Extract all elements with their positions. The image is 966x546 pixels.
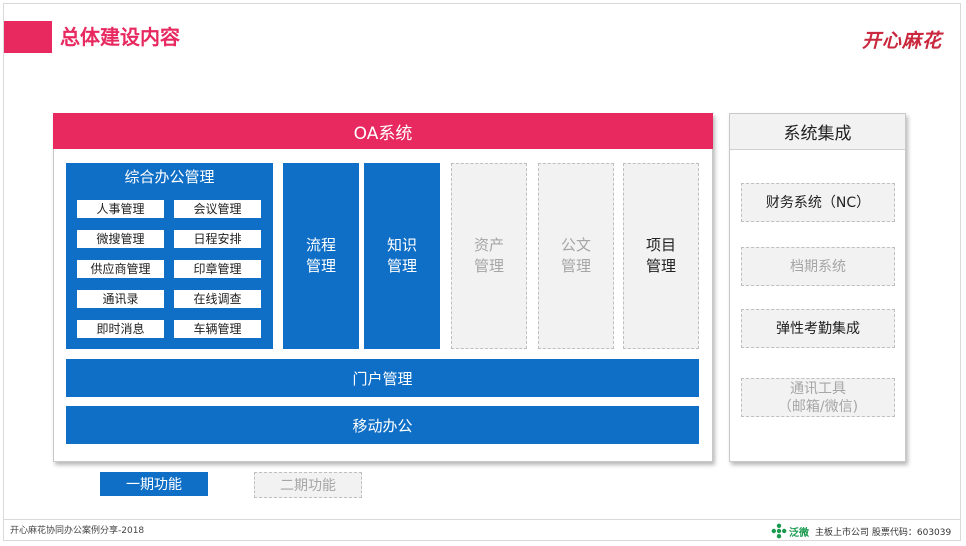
office-item: 在线调查 bbox=[174, 290, 261, 308]
title-accent-bar bbox=[4, 21, 52, 53]
office-item: 车辆管理 bbox=[174, 320, 261, 338]
office-item: 人事管理 bbox=[77, 200, 164, 218]
page-title: 总体建设内容 bbox=[60, 25, 180, 49]
footer-company-info: 泛微 主板上市公司 股票代码：603039 bbox=[771, 521, 951, 541]
office-item: 即时消息 bbox=[77, 320, 164, 338]
oa-system-header: OA系统 bbox=[53, 113, 713, 149]
process-management-column: 流程管理 bbox=[283, 163, 359, 349]
column-label: 公文管理 bbox=[560, 236, 591, 275]
schedule-system-item: 档期系统 bbox=[741, 247, 895, 286]
office-item: 印章管理 bbox=[174, 260, 261, 278]
portal-management-bar: 门户管理 bbox=[66, 359, 699, 397]
footer-brand-name: 泛微 bbox=[789, 527, 809, 539]
asset-management-column: 资产管理 bbox=[451, 163, 527, 349]
footer-caption: 开心麻花协同办公案例分享-2018 bbox=[10, 526, 145, 536]
finance-system-item: 财务系统（NC） bbox=[741, 183, 895, 222]
column-label: 流程管理 bbox=[305, 236, 336, 275]
column-label: 项目管理 bbox=[645, 236, 676, 275]
system-integration-header: 系统集成 bbox=[730, 114, 905, 150]
footer-stock-info: 主板上市公司 股票代码：603039 bbox=[815, 527, 952, 538]
attendance-integration-item: 弹性考勤集成 bbox=[741, 309, 895, 348]
office-item: 日程安排 bbox=[174, 230, 261, 248]
weaver-logo-icon bbox=[771, 523, 787, 539]
knowledge-management-column: 知识管理 bbox=[364, 163, 440, 349]
mobile-office-bar: 移动办公 bbox=[66, 406, 699, 444]
brand-logo: 开心麻花 bbox=[862, 30, 943, 52]
document-management-column: 公文管理 bbox=[538, 163, 614, 349]
legend-phase1: 一期功能 bbox=[100, 472, 208, 496]
office-item: 供应商管理 bbox=[77, 260, 164, 278]
communication-tools-item: 通讯工具 （邮箱/微信) bbox=[741, 378, 895, 417]
legend-phase2: 二期功能 bbox=[254, 472, 362, 498]
column-label: 知识管理 bbox=[386, 236, 417, 275]
column-label: 资产管理 bbox=[473, 236, 504, 275]
office-item: 会议管理 bbox=[174, 200, 261, 218]
project-management-column: 项目管理 bbox=[623, 163, 699, 349]
office-management-title: 综合办公管理 bbox=[124, 168, 215, 186]
office-item: 微搜管理 bbox=[77, 230, 164, 248]
office-item: 通讯录 bbox=[77, 290, 164, 308]
footer-divider bbox=[3, 519, 961, 520]
